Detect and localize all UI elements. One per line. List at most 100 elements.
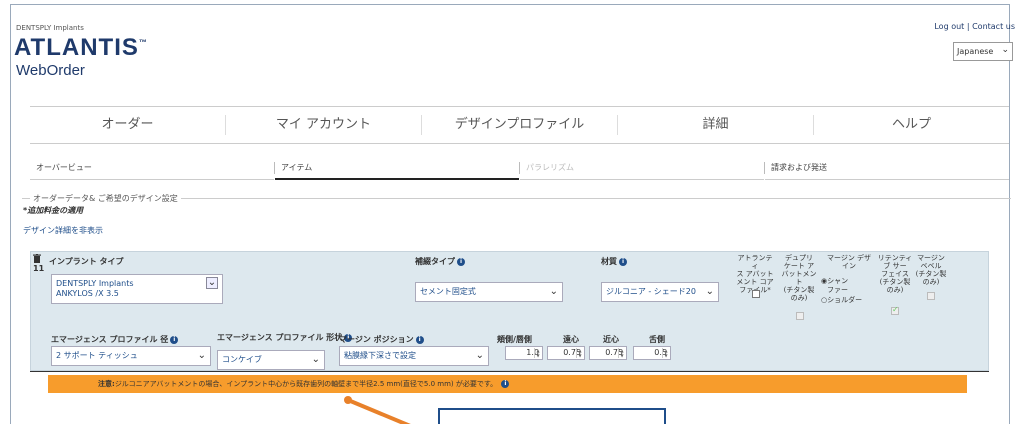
nav-order[interactable]: オーダー [30,115,226,135]
info-icon[interactable]: i [415,335,424,344]
label-line: のみ) [922,278,940,286]
trash-icon[interactable] [33,254,41,263]
chevron-down-icon: ⌄ [475,350,484,361]
margin-chamfer-label-2: ファー [827,286,848,294]
step-billing-shipping[interactable]: 請求および発送 [765,158,1009,180]
distal-depth-stepper[interactable]: 0.75 ▲ ▼ [547,346,585,360]
label-line: のみ) [790,294,808,302]
product-name: WebOrder [16,62,85,79]
mesial-depth-stepper[interactable]: 0.75 ▲ ▼ [589,346,627,360]
label-line: ケート ア [783,262,815,270]
chevron-down-icon: ⌄ [1001,45,1009,55]
info-icon[interactable]: i [457,257,465,266]
stepper-arrows-icon[interactable]: ▲ ▼ [618,348,625,358]
logo-text: ATLANTIS [14,34,139,61]
label-line: のみ) [886,286,904,294]
label-line: ベベル [920,262,942,270]
contact-link[interactable]: Contact us [972,22,1015,31]
callout-box [438,408,666,424]
trademark: ™ [138,38,148,47]
emergence-shape-value: コンケイブ [222,355,262,364]
lingual-label: 舌側 [649,335,665,344]
label-line: マージン [917,254,945,262]
label-line: (チタン製 [879,278,911,286]
duplicate-abutment-checkbox[interactable] [796,312,804,320]
stepper-arrows-icon[interactable]: ▲ ▼ [576,348,583,358]
info-icon[interactable]: i [170,335,179,344]
margin-bevel-label: マージン ベベル (チタン製 のみ) [915,254,947,286]
stepper-arrows-icon[interactable]: ▲ ▼ [534,348,541,358]
emergence-diameter-label: エマージェンス プロファイル 径i [51,334,179,345]
step-items[interactable]: アイテム [275,158,519,180]
language-value: Japanese [957,47,994,56]
step-overview[interactable]: オーバービュー [30,158,274,180]
chevron-down-icon: ⌄ [311,354,320,365]
callout-pointer-arrow [344,396,411,424]
item-number: 11 [33,264,45,273]
emergence-shape-select[interactable]: コンケイブ ⌄ [217,350,325,370]
stepper-arrows-icon[interactable]: ▲ ▼ [662,348,669,358]
margin-bevel-checkbox[interactable] [927,292,935,300]
emergence-diameter-value: 2 サポート ティッシュ [56,351,138,360]
label-line: (チタン製 [915,270,947,278]
emergence-shape-label-text: エマージェンス プロファイル 形状 [217,333,343,342]
atlantis-abutment-label: アトランティ ス アバット メント コア ファイル* [735,254,775,294]
label-line: リテンティ [877,254,913,262]
notice-text: ジルコニアアバットメントの場合、インプラント中心から既存歯列の軸壁まで半径2.5… [114,380,498,388]
margin-design-label: マージン デザ イン [819,254,879,270]
buccal-label: 頬側/唇側 [497,335,532,344]
notice-prefix: 注意: [98,380,115,388]
implant-type-line2: ANKYLOS /X 3.5 [56,289,119,298]
chevron-down-icon: ⌄ [705,286,714,297]
label-line: ブ サー [883,262,907,270]
surcharge-note: *追加料金の適用 [23,206,84,215]
item-panel: 11 インプラント タイプ DENTSPLY Implants ANKYLOS … [30,251,989,371]
language-select[interactable]: Japanese ⌄ [953,42,1013,61]
buccal-depth-stepper[interactable]: 1.0 ▲ ▼ [505,346,543,360]
label-line: (チタン製 [783,286,815,294]
section-legend: オーダーデータ& ご希望のデザイン設定 [30,193,181,204]
implant-type-label-text: インプラント タイプ [49,257,124,266]
material-label-text: 材質 [601,257,617,266]
emergence-diameter-label-text: エマージェンス プロファイル 径 [51,335,169,344]
nav-help[interactable]: ヘルプ [814,115,1009,135]
company-name: DENTSPLY Implants [16,24,84,32]
margin-shoulder-radio[interactable]: ○ショルダー [821,295,862,305]
main-nav: オーダー マイ アカウント デザインプロファイル 詳細 ヘルプ [30,106,1009,144]
chevron-down-icon: ⌄ [549,286,558,297]
emergence-diameter-select[interactable]: 2 サポート ティッシュ ⌄ [51,346,211,366]
top-links: Log out | Contact us [934,22,1015,31]
radio-label: ショルダー [827,296,863,304]
label-line: ト [795,278,803,286]
margin-position-label-text: マージン ポジション [339,335,414,344]
restoration-type-select[interactable]: セメント固定式 ⌄ [415,282,563,302]
nav-details[interactable]: 詳細 [618,115,814,135]
zirconia-notice: 注意:ジルコニアアバットメントの場合、インプラント中心から既存歯列の軸壁まで半径… [48,375,967,393]
info-icon[interactable]: i [619,257,627,266]
lingual-depth-stepper[interactable]: 0.5 ▲ ▼ [633,346,671,360]
margin-position-value: 粘膜縁下深さで設定 [344,351,416,360]
nav-design-profile[interactable]: デザインプロファイル [422,115,618,135]
margin-position-label: マージン ポジション i [339,334,424,345]
chevron-down-icon: ⌄ [206,277,218,289]
logout-link[interactable]: Log out [934,22,964,31]
label-line: ス アバット [736,270,774,278]
label-line: バットメン [781,270,817,278]
label-line: イン [842,262,856,270]
label-line: フェイス [881,270,909,278]
label-line: メント コア [736,278,774,286]
item-divider [30,371,989,372]
margin-position-select[interactable]: 粘膜縁下深さで設定 ⌄ [339,346,489,366]
restoration-type-value: セメント固定式 [420,287,476,296]
implant-type-line1: DENTSPLY Implants [56,279,134,288]
info-icon[interactable]: i [501,380,510,388]
radio-label: シャン [827,277,849,285]
material-select[interactable]: ジルコニア - シェード20 ⌄ [601,282,719,302]
nav-my-account[interactable]: マイ アカウント [226,115,422,135]
mesial-label: 近心 [603,335,619,344]
step-parallelism: パラレリズム [520,158,764,180]
atlantis-abutment-checkbox[interactable] [752,290,760,298]
hide-design-details-link[interactable]: デザイン詳細を非表示 [23,225,103,236]
retention-surface-checkbox[interactable] [891,305,899,315]
implant-type-select[interactable]: DENTSPLY Implants ANKYLOS /X 3.5 ⌄ [51,274,223,304]
